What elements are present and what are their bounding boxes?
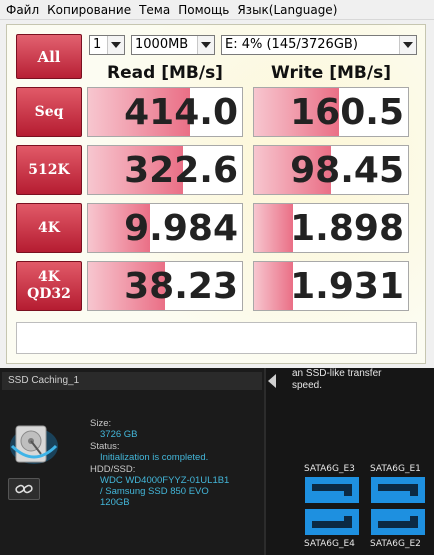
sata-port-e3-icon[interactable] — [304, 476, 360, 504]
description-line1: an SSD-like transfer — [292, 368, 382, 379]
size-label: Size: — [90, 418, 112, 429]
512k-write-cell: 98.45 — [253, 145, 409, 195]
collapse-arrow-icon[interactable] — [268, 374, 276, 388]
hdd-ssd-value-line1: WDC WD4000FYYZ-01UL1B1 — [100, 475, 230, 486]
hdd-ssd-label: HDD/SSD: — [90, 464, 136, 475]
sata-port-e1-icon[interactable] — [370, 476, 426, 504]
status-label: Status: — [90, 441, 120, 452]
status-info: Status: Initialization is completed. — [90, 441, 208, 463]
description-text: an SSD-like transfer speed. — [292, 368, 432, 392]
hdd-ssd-value-line2: / Samsung SSD 850 EVO — [100, 486, 209, 497]
status-value: Initialization is completed. — [100, 452, 209, 463]
chevron-down-icon — [197, 36, 214, 54]
test-size-value: 1000MB — [135, 37, 189, 52]
benchmark-window: Файл Копирование Тема Помощь Язык(Langua… — [0, 0, 434, 368]
row-label: 512K — [28, 161, 70, 178]
menu-help[interactable]: Помощь — [174, 0, 233, 20]
sata-port-e2-icon[interactable] — [370, 508, 426, 536]
test-count-select[interactable]: 1 — [89, 35, 125, 55]
size-info: Size: 3726 GB — [90, 418, 138, 440]
4k-qd32-read-cell: 38.23 — [87, 261, 243, 311]
port-label-e3: SATA6G_E3 — [304, 464, 355, 474]
menu-bar: Файл Копирование Тема Помощь Язык(Langua… — [0, 0, 434, 20]
seq-read-value: 414.0 — [124, 91, 238, 133]
sata-port-e4-icon[interactable] — [304, 508, 360, 536]
4k-qd32-write-cell: 1.931 — [253, 261, 409, 311]
seq-read-cell: 414.0 — [87, 87, 243, 137]
row-label: 4K — [38, 269, 60, 285]
4k-qd32-read-value: 38.23 — [124, 265, 238, 307]
ssd-caching-panel: SSD Caching_1 Size: 3726 GB Status: Init… — [0, 368, 264, 555]
512k-read-value: 322.6 — [124, 149, 238, 191]
description-line2: speed. — [292, 380, 323, 391]
menu-file[interactable]: Файл — [2, 0, 43, 20]
port-label-e4: SATA6G_E4 — [304, 539, 355, 549]
row-label-secondary: QD32 — [27, 286, 71, 302]
seq-write-cell: 160.5 — [253, 87, 409, 137]
512k-read-cell: 322.6 — [87, 145, 243, 195]
read-column-header: Read [MB/s] — [107, 63, 223, 83]
row-label: Seq — [34, 103, 64, 120]
4k-qd32-test-button[interactable]: 4K QD32 — [16, 261, 82, 311]
test-count-value: 1 — [93, 37, 102, 52]
drive-value: E: 4% (145/3726GB) — [225, 37, 358, 52]
hdd-ssd-value-line3: 120GB — [100, 497, 130, 508]
benchmark-panel: All 1 1000MB E: 4% (145/3726GB) Read [MB… — [6, 24, 426, 364]
link-icon — [15, 484, 33, 494]
seq-write-value: 160.5 — [290, 91, 404, 133]
link-button[interactable] — [8, 478, 40, 500]
hard-disk-icon — [10, 425, 58, 464]
size-value: 3726 GB — [100, 429, 138, 440]
port-panel: an SSD-like transfer speed. SATA6G_E3 SA… — [266, 368, 434, 555]
4k-read-cell: 9.984 — [87, 203, 243, 253]
4k-write-cell: 1.898 — [253, 203, 409, 253]
write-column-header: Write [MB/s] — [271, 63, 391, 83]
menu-language[interactable]: Язык(Language) — [233, 0, 341, 20]
4k-read-value: 9.984 — [124, 207, 238, 249]
test-size-select[interactable]: 1000MB — [131, 35, 215, 55]
chevron-down-icon — [107, 36, 124, 54]
port-label-e2: SATA6G_E2 — [370, 539, 421, 549]
menu-theme[interactable]: Тема — [135, 0, 174, 20]
hdd-ssd-info: HDD/SSD: WDC WD4000FYYZ-01UL1B1 / Samsun… — [90, 464, 229, 508]
port-label-e1: SATA6G_E1 — [370, 464, 421, 474]
drive-select[interactable]: E: 4% (145/3726GB) — [221, 35, 417, 55]
row-label: 4K — [38, 219, 60, 236]
4k-write-value: 1.898 — [290, 207, 404, 249]
comment-field[interactable] — [16, 322, 417, 354]
menu-copy[interactable]: Копирование — [43, 0, 135, 20]
run-all-button[interactable]: All — [16, 34, 82, 79]
panel-title: SSD Caching_1 — [2, 372, 262, 390]
chevron-down-icon — [399, 36, 416, 54]
4k-qd32-write-value: 1.931 — [290, 265, 404, 307]
4k-test-button[interactable]: 4K — [16, 203, 82, 253]
seq-test-button[interactable]: Seq — [16, 87, 82, 137]
512k-write-value: 98.45 — [290, 149, 404, 191]
512k-test-button[interactable]: 512K — [16, 145, 82, 195]
